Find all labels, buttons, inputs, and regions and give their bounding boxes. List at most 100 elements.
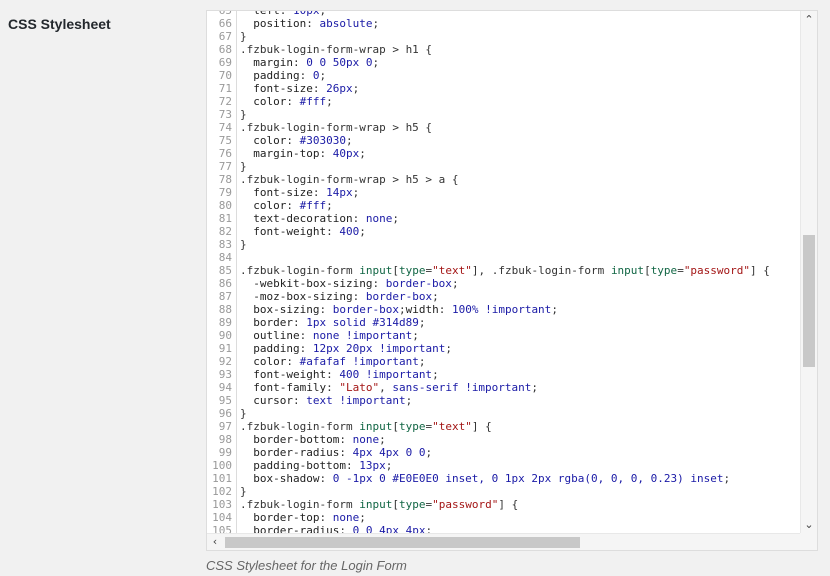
code-token: font-weight — [240, 225, 327, 238]
code-line[interactable]: 79 font-size: 14px; — [207, 186, 800, 199]
code-token: cursor — [240, 394, 293, 407]
horizontal-scrollbar[interactable]: ‹ › — [207, 533, 809, 550]
code-line[interactable]: 71 font-size: 26px; — [207, 82, 800, 95]
code-line[interactable]: 74 .fzbuk-login-form-wrap > h5 { — [207, 121, 800, 134]
scroll-up-arrow-icon[interactable]: ⌃ — [801, 13, 817, 26]
code-line[interactable]: 78 .fzbuk-login-form-wrap > h5 > a { — [207, 173, 800, 186]
horizontal-scroll-thumb[interactable] — [225, 537, 580, 548]
gutter-divider — [236, 134, 237, 147]
line-number: 66 — [218, 17, 232, 30]
code-token: : — [292, 316, 307, 329]
scroll-left-arrow-icon[interactable]: ‹ — [207, 535, 223, 548]
code-line[interactable]: 86 -webkit-box-sizing: border-box; — [207, 277, 800, 290]
code-line[interactable]: 77} — [207, 160, 800, 173]
line-number: 74 — [218, 121, 232, 134]
code-line[interactable]: 91 padding: 12px 20px !important; — [207, 342, 800, 355]
code-line[interactable]: 100 padding-bottom: 13px; — [207, 459, 800, 472]
code-token: input — [359, 264, 393, 277]
line-number: 81 — [218, 212, 232, 225]
code-line[interactable]: 104 border-top: none; — [207, 511, 800, 524]
code-token: ; — [385, 459, 393, 472]
code-token: ; — [359, 511, 366, 524]
code-token: .fzbuk-login-form-wrap > h1 { — [240, 43, 433, 56]
code-line[interactable]: 98 border-bottom: none; — [207, 433, 800, 446]
code-line[interactable]: 85 .fzbuk-login-form input[type="text"], … — [207, 264, 800, 277]
code-token: box-shadow — [240, 472, 320, 485]
gutter-divider — [236, 407, 237, 420]
gutter-divider — [236, 238, 237, 251]
code-token: : — [312, 82, 327, 95]
code-token: ; — [352, 82, 360, 95]
code-line[interactable]: 102} — [207, 485, 800, 498]
code-token: ; — [418, 316, 426, 329]
code-token: margin — [240, 56, 293, 69]
scroll-down-arrow-icon[interactable]: ⌄ — [801, 518, 817, 531]
line-number: 85 — [218, 264, 232, 277]
line-number: 89 — [218, 316, 232, 329]
line-number: 76 — [218, 147, 232, 160]
code-token: ; — [326, 95, 333, 108]
code-line[interactable]: 84 — [207, 251, 800, 264]
code-line[interactable]: 89 border: 1px solid #314d89; — [207, 316, 800, 329]
code-line[interactable]: 94 font-family: "Lato", sans-serif !impo… — [207, 381, 800, 394]
code-line[interactable]: 73} — [207, 108, 800, 121]
code-token: 12px 20px !important — [312, 342, 446, 355]
code-line[interactable]: 70 padding: 0; — [207, 69, 800, 82]
line-number: 75 — [218, 134, 232, 147]
code-token: : — [286, 134, 300, 147]
code-lines: 65 left: 10px;66 position: absolute;67}6… — [207, 11, 800, 533]
code-line[interactable]: 81 text-decoration: none; — [207, 212, 800, 225]
line-number: 70 — [218, 69, 232, 82]
code-line[interactable]: 80 color: #fff; — [207, 199, 800, 212]
code-token: 0 0 50px 0 — [306, 56, 373, 69]
code-line[interactable]: 99 border-radius: 4px 4px 0 0; — [207, 446, 800, 459]
code-line[interactable]: 90 outline: none !important; — [207, 329, 800, 342]
code-line[interactable]: 66 position: absolute; — [207, 17, 800, 30]
code-token: .fzbuk-login-form — [491, 264, 611, 277]
code-token: .fzbuk-login-form-wrap > h5 { — [240, 121, 433, 134]
code-line[interactable]: 83} — [207, 238, 800, 251]
code-line[interactable]: 92 color: #afafaf !important; — [207, 355, 800, 368]
vertical-scrollbar[interactable]: ⌃ ⌄ — [800, 11, 817, 533]
code-line[interactable]: 95 cursor: text !important; — [207, 394, 800, 407]
code-line[interactable]: 67} — [207, 30, 800, 43]
line-number: 71 — [218, 82, 232, 95]
field-description: CSS Stylesheet for the Login Form — [206, 558, 407, 573]
gutter-divider — [236, 355, 237, 368]
gutter-divider — [236, 511, 237, 524]
line-number: 91 — [218, 342, 232, 355]
code-line[interactable]: 75 color: #303030; — [207, 134, 800, 147]
code-line[interactable]: 105 border-radius: 0 0 4px 4px; — [207, 524, 800, 533]
code-line[interactable]: 96} — [207, 407, 800, 420]
code-line[interactable]: 97 .fzbuk-login-form input[type="text"] { — [207, 420, 800, 433]
css-code-editor[interactable]: 65 left: 10px;66 position: absolute;67}6… — [206, 10, 818, 551]
code-area[interactable]: 65 left: 10px;66 position: absolute;67}6… — [207, 11, 800, 533]
gutter-divider — [236, 173, 237, 186]
code-line[interactable]: 88 box-sizing: border-box;width: 100% !i… — [207, 303, 800, 316]
code-line[interactable]: 101 box-shadow: 0 -1px 0 #E0E0E0 inset, … — [207, 472, 800, 485]
code-line[interactable]: 68 .fzbuk-login-form-wrap > h1 { — [207, 43, 800, 56]
gutter-divider — [236, 485, 237, 498]
scrollbar-corner — [800, 533, 817, 550]
code-line[interactable]: 82 font-weight: 400; — [207, 225, 800, 238]
line-number: 95 — [218, 394, 232, 407]
code-line[interactable]: 93 font-weight: 400 !important; — [207, 368, 800, 381]
line-number: 68 — [218, 43, 232, 56]
gutter-divider — [236, 121, 237, 134]
code-token: : — [352, 290, 366, 303]
line-number: 98 — [218, 433, 232, 446]
gutter-divider — [236, 212, 237, 225]
code-line[interactable]: 103 .fzbuk-login-form input[type="passwor… — [207, 498, 800, 511]
code-line[interactable]: 69 margin: 0 0 50px 0; — [207, 56, 800, 69]
vertical-scroll-thumb[interactable] — [803, 235, 815, 367]
code-line[interactable]: 72 color: #fff; — [207, 95, 800, 108]
code-token: input — [359, 420, 393, 433]
line-number: 84 — [218, 251, 232, 264]
code-line[interactable]: 76 margin-top: 40px; — [207, 147, 800, 160]
line-number: 105 — [212, 524, 232, 533]
code-token: ] { — [498, 498, 519, 511]
code-token: ] { — [471, 420, 492, 433]
code-token: : — [286, 355, 300, 368]
gutter-divider — [236, 342, 237, 355]
code-line[interactable]: 87 -moz-box-sizing: border-box; — [207, 290, 800, 303]
